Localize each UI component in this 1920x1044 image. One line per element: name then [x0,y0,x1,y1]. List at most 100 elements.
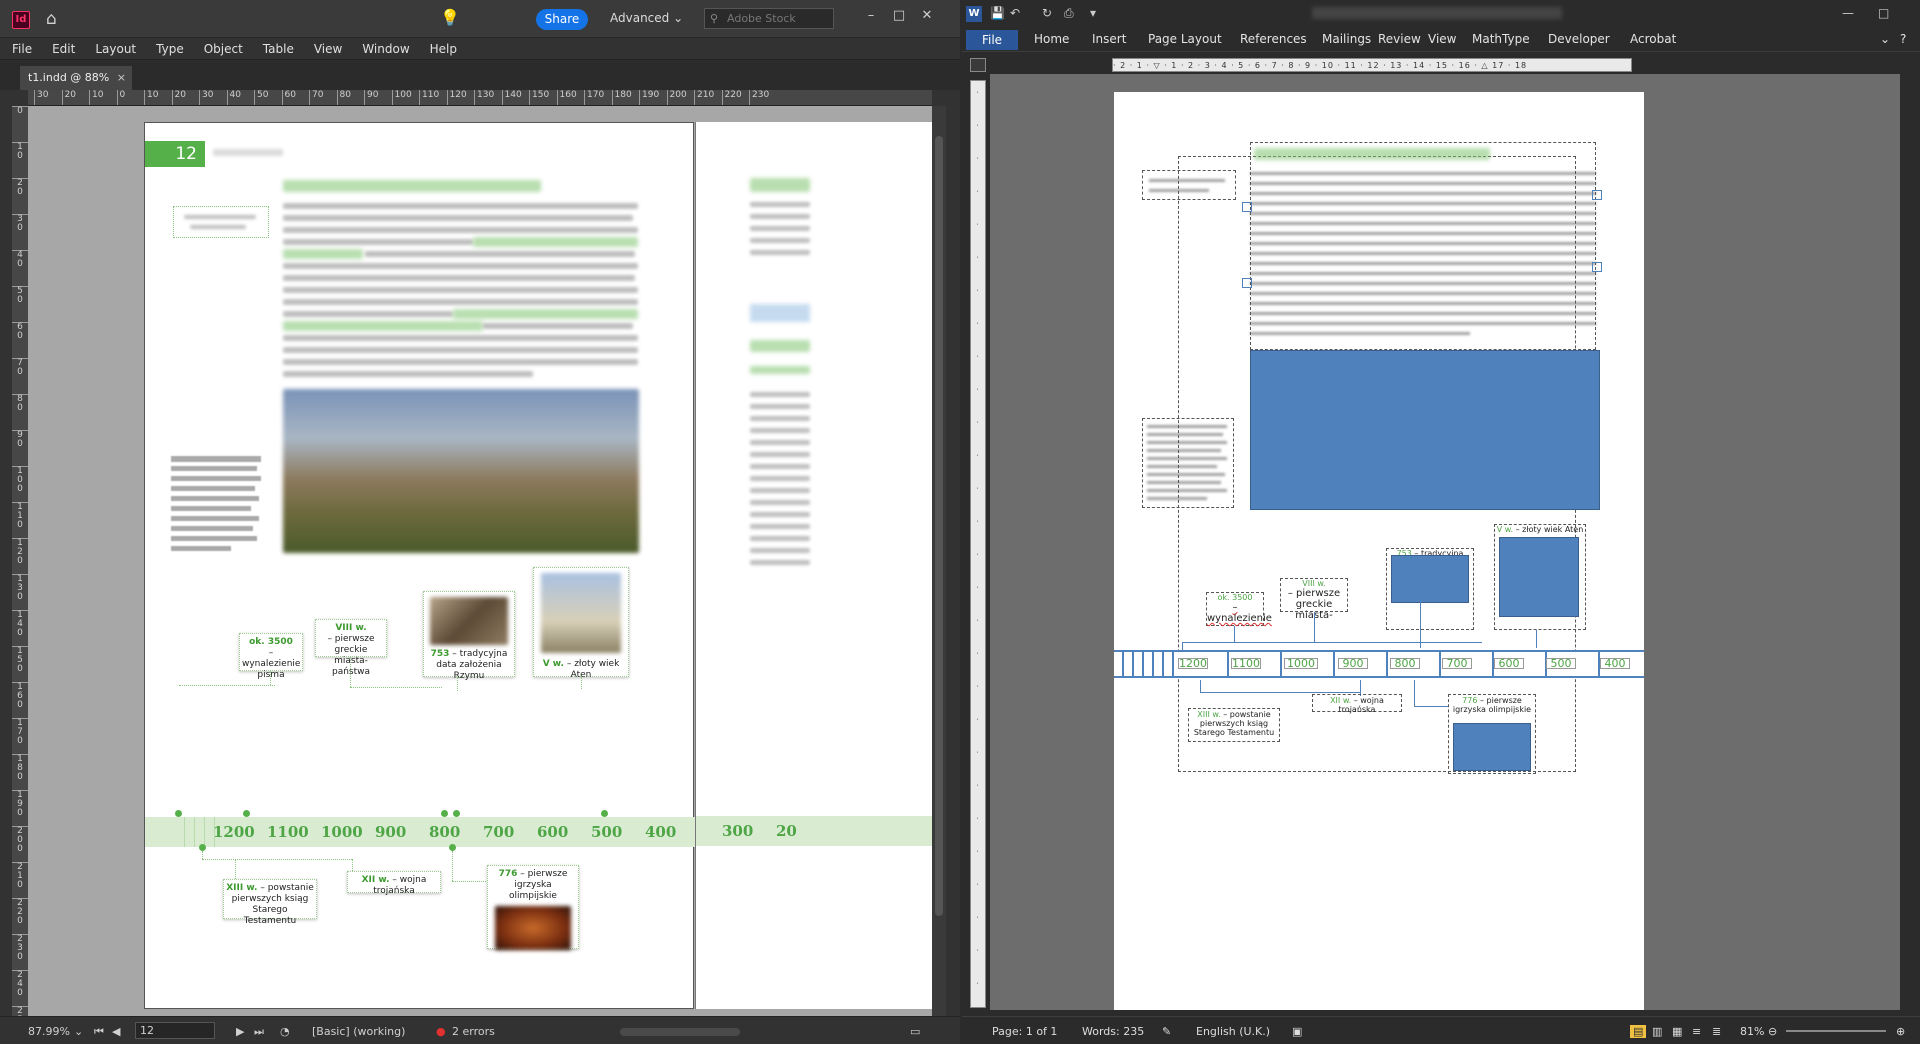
customize-toolbar-icon[interactable]: ▾ [1090,6,1096,20]
prev-page-icon[interactable]: ◀ [112,1025,120,1038]
timeline-box-776[interactable]: 776 – pierwsze igrzyska olimpijskie [487,865,579,950]
home-icon[interactable]: ⌂ [46,9,66,29]
menu-table[interactable]: Table [251,38,302,56]
chevron-down-icon[interactable]: ⌄ [74,1025,83,1038]
macro-icon[interactable]: ▣ [1292,1025,1302,1038]
word-box-776[interactable]: 776 – pierwsze igrzyska olimpijskie [1448,694,1536,774]
tab-selector-button[interactable] [970,58,986,72]
preflight-icon[interactable]: ◔ [280,1025,290,1038]
image-placeholder-vase[interactable] [1453,723,1531,771]
help-icon[interactable]: ? [1900,32,1906,46]
word-box-v[interactable]: V w. – złoty wiek Aten [1494,524,1586,630]
zoom-level[interactable]: 81% [1740,1025,1764,1038]
scroll-thumb[interactable] [935,136,943,916]
horizontal-ruler[interactable]: 30 20 10 0 10 20 30 40 50 60 70 80 90 100 110 120 130 140… [28,90,932,106]
zoom-slider[interactable] [1786,1030,1886,1032]
word-vertical-ruler[interactable]: · · · · · · · · · · · · · · · · · · · · · · · · · · · · [970,80,986,1008]
document-tab[interactable]: t1.indd @ 88% × [20,66,132,90]
menu-type[interactable]: Type [144,38,192,56]
minimize-icon[interactable]: — [1842,6,1854,20]
caption-frame[interactable] [1142,418,1234,508]
document-page[interactable]: 12 ok. 3500 – wynalezienie pisma VIII w.… [144,122,695,1009]
adobe-stock-search-input[interactable]: ⚲ Adobe Stock [704,8,834,29]
image-placeholder-acropolis[interactable] [1250,350,1600,510]
lightbulb-icon[interactable]: 💡 [440,8,460,32]
minimize-icon[interactable]: – [860,6,882,26]
draft-icon[interactable]: ≣ [1712,1025,1721,1038]
word-box-xiii[interactable]: XIII w. – powstanie pierwszych ksiąg Sta… [1188,708,1280,742]
word-body-text[interactable] [1250,172,1596,342]
handle-icon[interactable] [1242,202,1252,212]
timeline-box-xii[interactable]: XII w. – wojna trojańska [347,871,441,896]
word-document-area[interactable]: ok. 3500– wynalezienie VIII w. – pierwsze… [990,74,1900,1010]
facing-page[interactable]: 300 20 [695,122,932,1009]
body-text-frame[interactable] [283,203,643,379]
expand-ribbon-icon[interactable]: ⌄ [1880,32,1890,46]
zoom-in-icon[interactable]: ⊕ [1896,1025,1905,1038]
handle-icon[interactable] [1242,278,1252,288]
save-icon[interactable]: 💾 [990,6,1005,20]
image-placeholder-wolf[interactable] [1391,555,1469,603]
timeline-box-viii[interactable]: VIII w. – pierwsze greckie miasta-państw… [315,619,387,677]
vertical-scrollbar[interactable] [932,106,946,1016]
menu-object[interactable]: Object [192,38,251,56]
word-box-753[interactable]: 753 – tradycyjna data założenia Rzymu [1386,548,1474,630]
word-box-3500[interactable]: ok. 3500– wynalezienie [1206,592,1272,626]
tab-file[interactable]: File [966,30,1018,50]
menu-layout[interactable]: Layout [83,38,144,56]
print-preview-icon[interactable]: ⎙ [1064,6,1074,21]
handle-icon[interactable] [1592,190,1602,200]
timeline-box-3500[interactable]: ok. 3500 – wynalezienie pisma [239,633,303,680]
maximize-icon[interactable]: □ [1878,6,1889,20]
panel-toggle-icon[interactable]: ▭ [910,1025,920,1038]
word-page[interactable]: ok. 3500– wynalezienie VIII w. – pierwsze… [1114,92,1644,1010]
tab-view[interactable]: View [1428,32,1456,46]
word-horizontal-ruler[interactable]: · 2 · 1 · ▽ · 1 · 2 · 3 · 4 · 5 · 6 · 7 … [1112,58,1632,72]
tab-review[interactable]: Review [1378,32,1421,46]
zoom-out-icon[interactable]: ⊖ [1768,1025,1777,1038]
tab-acrobat[interactable]: Acrobat [1630,32,1676,46]
word-timeline[interactable]: 1200 1100 1000 900 800 700 600 500 400 [1114,650,1644,678]
redo-icon[interactable]: ↻ [1042,6,1052,20]
next-page-icon[interactable]: ▶ [236,1025,244,1038]
word-vertical-scrollbar[interactable] [1900,74,1920,1010]
timeline-box-xiii[interactable]: XIII w. – powstanie pierwszych ksiąg Sta… [223,879,317,926]
last-page-icon[interactable]: ⏭ [254,1025,264,1039]
tab-mathtype[interactable]: MathType [1472,32,1530,46]
tab-references[interactable]: References [1240,32,1307,46]
zoom-field[interactable]: 87.99% [28,1025,70,1038]
menu-view[interactable]: View [302,38,350,56]
outline-icon[interactable]: ≡ [1692,1025,1701,1038]
workspace-switcher[interactable]: Advanced ⌄ [610,11,683,25]
close-tab-icon[interactable]: × [117,66,126,90]
word-count[interactable]: Words: 235 [1082,1025,1144,1038]
word-box-xii[interactable]: XII w. – wojna trojańska [1312,694,1402,714]
error-count[interactable]: 2 errors [452,1025,495,1038]
side-note-box[interactable] [173,206,269,238]
side-note-frame[interactable] [1142,170,1236,200]
tab-insert[interactable]: Insert [1092,32,1126,46]
image-placeholder-caryatids[interactable] [1499,537,1579,617]
tab-mailings[interactable]: Mailings [1322,32,1371,46]
vertical-ruler[interactable]: 0 1 0 2 0 3 0 4 0 5 0 6 0 7 0 8 0 9 0 1 0 0 1 1 0 1 … [12,106,28,1016]
preflight-profile[interactable]: [Basic] (working) [312,1025,405,1038]
menu-window[interactable]: Window [350,38,417,56]
web-layout-icon[interactable]: ▦ [1672,1025,1682,1038]
pasteboard[interactable]: 12 ok. 3500 – wynalezienie pisma VIII w.… [28,106,932,1016]
close-icon[interactable]: ✕ [916,6,938,26]
share-button[interactable]: Share [536,9,588,30]
proofing-icon[interactable]: ✎ [1162,1025,1171,1038]
menu-help[interactable]: Help [418,38,465,56]
word-box-viii[interactable]: VIII w.– pierwsze greckie miasta- [1280,578,1348,621]
acropolis-photo[interactable] [283,389,639,553]
full-screen-icon[interactable]: ▥ [1652,1025,1662,1038]
menu-file[interactable]: File [0,38,40,56]
page-number-field[interactable]: 12 [135,1022,215,1039]
print-layout-icon[interactable]: ▤ [1630,1025,1647,1038]
menu-edit[interactable]: Edit [40,38,83,56]
tab-home[interactable]: Home [1034,32,1069,46]
first-page-icon[interactable]: ⏮ [94,1025,104,1039]
handle-icon[interactable] [1592,262,1602,272]
language[interactable]: English (U.K.) [1196,1025,1270,1038]
timeline-box-v[interactable]: V w. – złoty wiek Aten [533,567,629,680]
